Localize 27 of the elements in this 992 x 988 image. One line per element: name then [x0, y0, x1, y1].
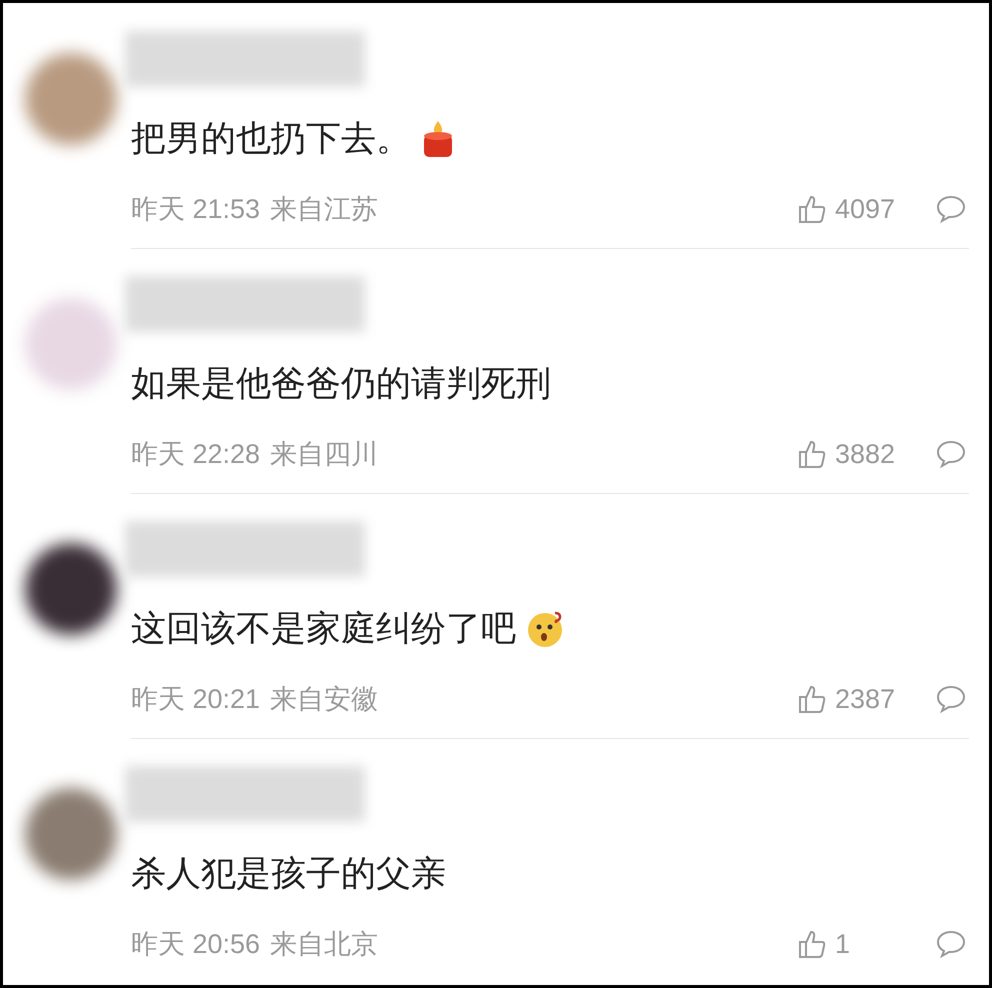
comment-text: 这回该不是家庭纠纷了吧	[131, 608, 516, 650]
surprised-face-icon	[526, 610, 564, 648]
like-count: 3882	[835, 438, 896, 471]
comment-text: 把男的也扔下去。	[131, 118, 411, 160]
comment-location: 来自江苏	[270, 193, 378, 226]
thumbs-up-icon[interactable]	[797, 684, 827, 714]
comment-icon[interactable]	[935, 194, 967, 224]
candle-icon	[421, 119, 455, 159]
thumbs-up-icon[interactable]	[797, 929, 827, 960]
comment-time: 昨天 20:56	[131, 928, 260, 961]
comment-text: 如果是他爸爸仍的请判死刑	[131, 363, 551, 405]
comment-time: 昨天 20:21	[131, 683, 260, 716]
comment-time: 昨天 22:28	[131, 438, 260, 471]
avatar[interactable]	[25, 543, 117, 635]
comment-location: 来自北京	[270, 928, 378, 961]
comment-time: 昨天 21:53	[131, 193, 260, 226]
comment-text: 杀人犯是孩子的父亲	[131, 853, 446, 895]
like-count: 2387	[835, 683, 896, 716]
comment-icon[interactable]	[935, 439, 967, 470]
like-count: 1	[835, 928, 852, 961]
thumbs-up-icon[interactable]	[797, 194, 827, 224]
comment-location: 来自四川	[270, 438, 378, 471]
comment-icon[interactable]	[935, 684, 967, 714]
like-count: 4097	[835, 193, 896, 226]
thumbs-up-icon[interactable]	[797, 439, 827, 470]
comment-icon[interactable]	[935, 929, 967, 960]
comment-location: 来自安徽	[270, 683, 378, 716]
